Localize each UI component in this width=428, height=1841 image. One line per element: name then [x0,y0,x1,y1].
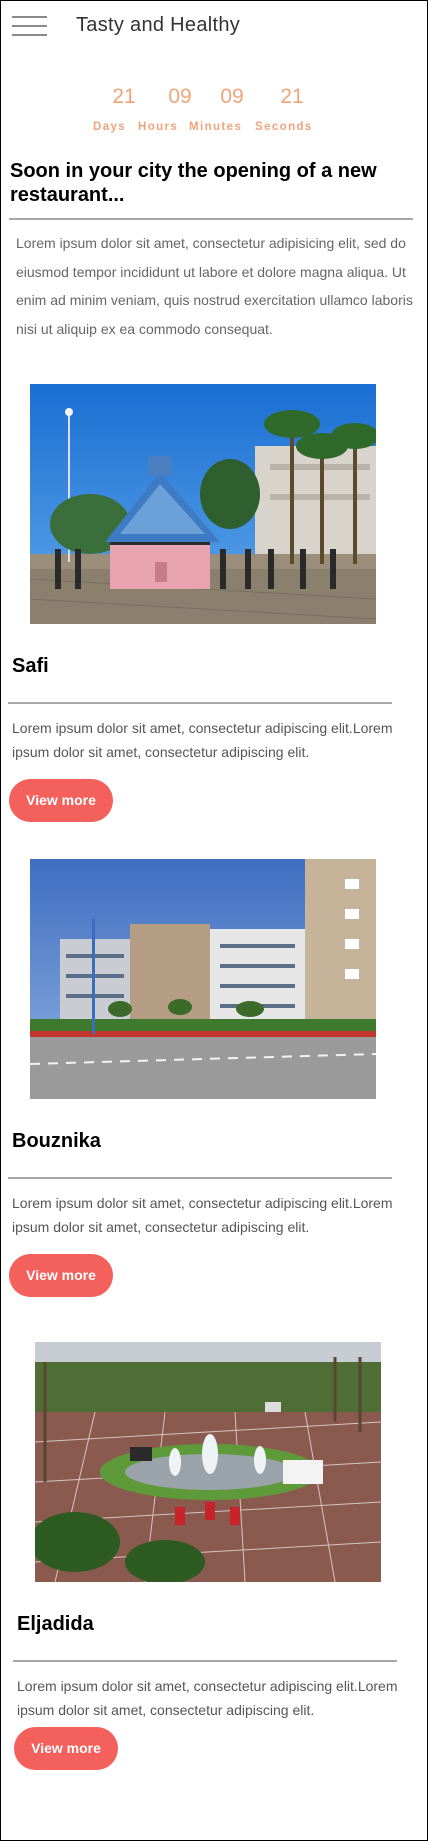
view-more-button-safi[interactable]: View more [9,779,113,822]
safi-photo [30,384,376,624]
city-name-eljadida: Eljadida [17,1613,94,1635]
bouznika-photo [30,859,376,1099]
divider [13,1660,397,1662]
hamburger-menu-icon[interactable] [12,16,47,36]
announcement-title: Soon in your city the opening of a new r… [10,160,377,206]
countdown-timer: 21 09 09 21 Days Hours Minutes Seconds [1,85,427,135]
view-more-button-bouznika[interactable]: View more [9,1254,113,1297]
divider [8,1177,392,1179]
countdown-hours-label: Hours [138,121,179,133]
divider [8,702,392,704]
announcement-body: Lorem ipsum dolor sit amet, consectetur … [16,235,413,337]
countdown-seconds-value: 21 [280,85,304,108]
countdown-minutes-label: Minutes [189,121,243,133]
city-description-eljadida: Lorem ipsum dolor sit amet, consectetur … [17,1678,398,1718]
eljadida-photo [35,1342,381,1582]
city-description-safi: Lorem ipsum dolor sit amet, consectetur … [12,720,393,760]
view-more-button-eljadida[interactable]: View more [14,1727,118,1770]
divider [9,218,413,220]
city-name-bouznika: Bouznika [12,1130,101,1152]
top-bar: Tasty and Healthy [1,1,427,51]
countdown-seconds-label: Seconds [255,121,313,133]
city-name-safi: Safi [12,655,49,677]
city-description-bouznika: Lorem ipsum dolor sit amet, consectetur … [12,1195,393,1235]
countdown-days-label: Days [93,121,127,133]
brand-title: Tasty and Healthy [76,14,241,36]
page: Tasty and Healthy 21 09 09 21 Days Hours… [0,0,428,1841]
